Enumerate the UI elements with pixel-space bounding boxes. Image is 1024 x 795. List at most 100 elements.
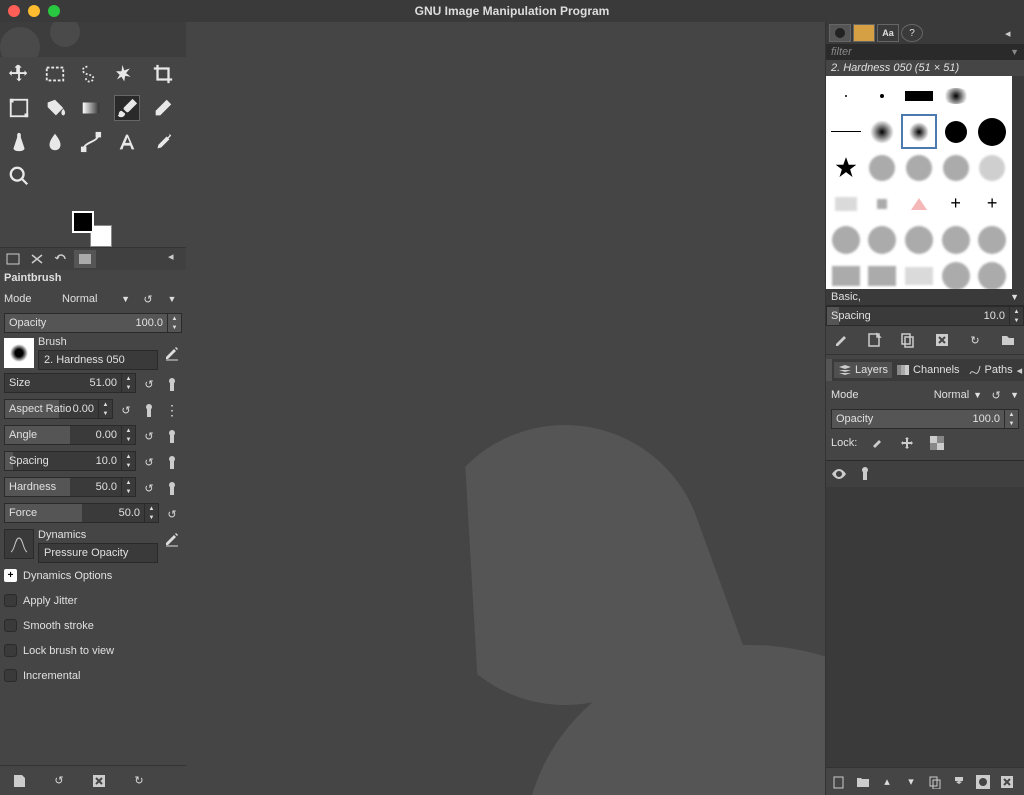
layer-mode-reset-icon[interactable]: ↺	[986, 385, 1006, 405]
foreground-color[interactable]	[72, 211, 94, 233]
brush-item[interactable]	[865, 78, 901, 113]
brush-item[interactable]	[865, 222, 901, 257]
angle-slider[interactable]: Angle 0.00 ▲▼	[4, 425, 136, 445]
save-preset-icon[interactable]	[8, 770, 30, 792]
brush-item[interactable]	[938, 78, 974, 113]
clone-tool[interactable]	[6, 129, 32, 155]
move-tool[interactable]	[6, 61, 32, 87]
brush-item[interactable]	[974, 222, 1010, 257]
brush-filter-field[interactable]: filter ▼	[826, 44, 1024, 60]
spacing-reset-icon[interactable]: ↺	[139, 453, 159, 473]
brushes-tab[interactable]	[829, 24, 851, 42]
brush-item[interactable]	[974, 78, 1010, 113]
brush-item[interactable]: +	[938, 186, 974, 221]
layer-mode-value[interactable]: Normal	[934, 389, 969, 401]
dynamics-thumb[interactable]	[4, 529, 34, 559]
mode-menu-icon[interactable]: ▼	[162, 289, 182, 309]
brush-edit-icon[interactable]	[162, 343, 182, 363]
brush-item[interactable]	[938, 150, 974, 185]
reset-preset-icon[interactable]: ↻	[128, 770, 150, 792]
brush-item[interactable]	[865, 114, 901, 149]
images-tab[interactable]	[74, 250, 96, 268]
brush-item[interactable]	[938, 222, 974, 257]
lock-brush-checkbox[interactable]	[4, 644, 17, 657]
brush-item[interactable]	[865, 258, 901, 289]
aspect-extra-icon[interactable]: ⋮	[162, 401, 182, 421]
dynamics-edit-icon[interactable]	[162, 529, 182, 549]
brush-item[interactable]	[938, 258, 974, 289]
new-group-btn[interactable]	[854, 773, 872, 791]
dynamics-field[interactable]: Pressure Opacity	[38, 543, 158, 563]
duplicate-layer-btn[interactable]	[926, 773, 944, 791]
zoom-tool[interactable]	[6, 163, 32, 189]
layer-mode-dropdown-icon[interactable]: ▼	[973, 390, 982, 400]
help-tab[interactable]: ?	[901, 24, 923, 42]
crop-tool[interactable]	[150, 61, 176, 87]
text-tool[interactable]	[114, 129, 140, 155]
aspect-spinner[interactable]: ▲▼	[98, 400, 112, 418]
canvas-area[interactable]	[186, 22, 825, 795]
brush-new-btn[interactable]	[865, 330, 885, 350]
fuzzy-select-tool[interactable]	[114, 61, 140, 87]
brush-edit-btn[interactable]	[832, 330, 852, 350]
dock-menu-right-icon[interactable]: ◂	[1005, 27, 1021, 40]
brush-refresh-btn[interactable]: ↻	[965, 330, 985, 350]
mode-reset-icon[interactable]: ↺	[138, 289, 158, 309]
mode-dropdown[interactable]: Normal▼	[58, 291, 134, 307]
layers-dock-menu-icon[interactable]: ◂	[1017, 364, 1023, 377]
hardness-slider[interactable]: Hardness 50.0 ▲▼	[4, 477, 136, 497]
brush-item[interactable]	[828, 222, 864, 257]
brush-spacing-spinner[interactable]: ▲▼	[1009, 307, 1023, 325]
brush-open-btn[interactable]	[998, 330, 1018, 350]
lock-alpha-icon[interactable]	[927, 433, 947, 453]
window-maximize-button[interactable]	[48, 5, 60, 17]
free-select-tool[interactable]	[78, 61, 104, 87]
color-picker-tool[interactable]	[150, 129, 176, 155]
brush-duplicate-btn[interactable]	[898, 330, 918, 350]
spacing-slider[interactable]: Spacing 10.0 ▲▼	[4, 451, 136, 471]
angle-link-icon[interactable]	[162, 427, 182, 447]
brush-item[interactable]	[865, 186, 901, 221]
fonts-tab[interactable]: Aa	[877, 24, 899, 42]
delete-preset-icon[interactable]	[88, 770, 110, 792]
mask-layer-btn[interactable]	[974, 773, 992, 791]
aspect-reset-icon[interactable]: ↺	[116, 401, 136, 421]
layer-list[interactable]	[826, 460, 1024, 767]
window-minimize-button[interactable]	[28, 5, 40, 17]
layer-opacity-spinner[interactable]: ▲▼	[1004, 410, 1018, 428]
size-reset-icon[interactable]: ↺	[139, 375, 159, 395]
merge-layer-btn[interactable]	[950, 773, 968, 791]
apply-jitter-checkbox[interactable]	[4, 594, 17, 607]
brush-item[interactable]	[901, 78, 937, 113]
paintbrush-tool[interactable]	[114, 95, 140, 121]
tool-options-tab[interactable]	[2, 250, 24, 268]
smudge-tool[interactable]	[42, 129, 68, 155]
brush-item[interactable]: +	[974, 186, 1010, 221]
patterns-tab[interactable]	[853, 24, 875, 42]
brush-item[interactable]	[901, 150, 937, 185]
brush-category-dropdown[interactable]: Basic,▼	[826, 289, 1024, 306]
brush-spacing-slider[interactable]: Spacing 10.0 ▲▼	[826, 306, 1024, 326]
incremental-checkbox[interactable]	[4, 669, 17, 682]
hardness-reset-icon[interactable]: ↺	[139, 479, 159, 499]
brush-item[interactable]	[901, 258, 937, 289]
color-swatch[interactable]	[72, 211, 112, 247]
hardness-link-icon[interactable]	[162, 479, 182, 499]
brush-preview-thumb[interactable]	[4, 338, 34, 368]
hardness-spinner[interactable]: ▲▼	[121, 478, 135, 496]
brush-item[interactable]	[901, 186, 937, 221]
brush-item[interactable]	[865, 150, 901, 185]
window-close-button[interactable]	[8, 5, 20, 17]
aspect-link-icon[interactable]	[139, 401, 159, 421]
force-slider[interactable]: Force 50.0 ▲▼	[4, 503, 159, 523]
spacing-link-icon[interactable]	[162, 453, 182, 473]
brush-item[interactable]	[974, 258, 1010, 289]
smooth-stroke-checkbox[interactable]	[4, 619, 17, 632]
gradient-tool[interactable]	[78, 95, 104, 121]
layer-opacity-slider[interactable]: Opacity 100.0 ▲▼	[831, 409, 1019, 429]
lock-pixels-icon[interactable]	[867, 433, 887, 453]
layers-tab[interactable]: Layers	[834, 362, 892, 378]
size-slider[interactable]: Size 51.00 ▲▼	[4, 373, 136, 393]
opacity-slider[interactable]: Opacity 100.0 ▲▼	[4, 313, 182, 333]
dynamics-options-expand[interactable]: + Dynamics Options	[4, 567, 182, 584]
